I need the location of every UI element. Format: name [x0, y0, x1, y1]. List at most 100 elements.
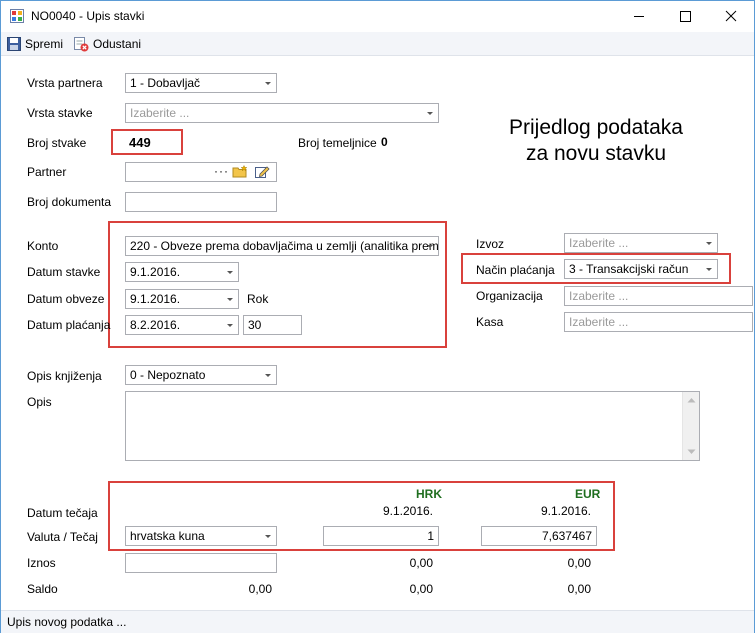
chevron-down-icon: [265, 374, 271, 377]
datum-placanja-label: Datum plaćanja: [27, 318, 111, 332]
minimize-button[interactable]: [616, 1, 662, 32]
saldo-value: 0,00: [248, 582, 272, 596]
annotation-line1: Prijedlog podataka: [509, 116, 683, 139]
chevron-down-icon: [227, 298, 233, 301]
vrsta-partnera-combo[interactable]: 1 - Dobavljač: [125, 73, 277, 93]
chevron-down-icon: [227, 324, 233, 327]
nacin-placanja-combo[interactable]: 3 - Transakcijski račun: [564, 259, 718, 279]
izvoz-label: Izvoz: [476, 237, 505, 251]
folder-star-icon[interactable]: [232, 165, 248, 179]
nacin-placanja-value: 3 - Transakcijski račun: [569, 262, 689, 276]
izvoz-placeholder: Izaberite ...: [569, 236, 629, 250]
datum-placanja-value: 8.2.2016.: [130, 318, 181, 332]
highlight-broj-stavke: [111, 129, 183, 155]
partner-browse-button[interactable]: ···: [214, 164, 229, 178]
opis-textarea[interactable]: [125, 391, 700, 461]
maximize-button[interactable]: [662, 1, 708, 32]
saldo-eur-value: 0,00: [567, 582, 591, 596]
valuta-combo[interactable]: hrvatska kuna: [125, 526, 277, 546]
konto-value: 220 - Obveze prema dobavljačima u zemlji…: [130, 239, 439, 253]
iznos-label: Iznos: [27, 556, 56, 570]
close-icon: [725, 10, 737, 22]
konto-label: Konto: [27, 239, 59, 253]
kasa-combo[interactable]: Izaberite ...: [564, 312, 753, 332]
app-icon: [10, 9, 24, 23]
rok-value: 30: [248, 318, 262, 332]
datum-obveze-value: 9.1.2016.: [130, 292, 181, 306]
datum-placanja-picker[interactable]: 8.2.2016.: [125, 315, 239, 335]
datum-obveze-label: Datum obveze: [27, 292, 105, 306]
annotation-line2: za novu stavku: [525, 142, 667, 165]
broj-dokumenta-input[interactable]: [125, 192, 277, 212]
saldo-label: Saldo: [27, 582, 58, 596]
partner-label: Partner: [27, 165, 67, 179]
broj-dokumenta-label: Broj dokumenta: [27, 195, 112, 209]
datum-obveze-picker[interactable]: 9.1.2016.: [125, 289, 239, 309]
vrsta-stavke-placeholder: Izaberite ...: [130, 106, 190, 120]
toolbar: Spremi Odustani: [1, 32, 754, 56]
window: NO0040 - Upis stavki Spremi Odustani Vrs…: [0, 0, 755, 633]
window-title: NO0040 - Upis stavki: [31, 9, 145, 23]
partner-field[interactable]: ···: [125, 162, 277, 182]
status-text: Upis novog podatka ...: [7, 615, 127, 629]
rok-label: Rok: [247, 292, 269, 306]
iznos-input[interactable]: [125, 553, 277, 573]
opis-knjizenja-label: Opis knjiženja: [27, 369, 102, 383]
organizacija-placeholder: Izaberite ...: [569, 289, 629, 303]
opis-scrollbar[interactable]: [682, 392, 699, 460]
eur-rate-input[interactable]: 7,637467: [481, 526, 597, 546]
opis-knjizenja-combo[interactable]: 0 - Nepoznato: [125, 365, 277, 385]
iznos-eur-value: 0,00: [567, 556, 591, 570]
vrsta-stavke-combo[interactable]: Izaberite ...: [125, 103, 439, 123]
hrk-date: 9.1.2016.: [382, 504, 433, 518]
valuta-tecaj-label: Valuta / Tečaj: [27, 530, 98, 544]
hrk-rate-value: 1: [427, 529, 434, 543]
chevron-down-icon: [265, 82, 271, 85]
vrsta-stavke-label: Vrsta stavke: [27, 106, 93, 120]
opis-knjizenja-value: 0 - Nepoznato: [130, 368, 206, 382]
chevron-down-icon: [706, 268, 712, 271]
scroll-down-icon[interactable]: [687, 449, 696, 455]
konto-combo[interactable]: 220 - Obveze prema dobavljačima u zemlji…: [125, 236, 439, 256]
datum-stavke-value: 9.1.2016.: [130, 265, 181, 279]
minimize-icon: [634, 16, 644, 17]
chevron-down-icon: [265, 535, 271, 538]
scroll-up-icon[interactable]: [687, 397, 696, 403]
saldo-hrk-value: 0,00: [409, 582, 433, 596]
broj-stavke-label: Broj stvake: [27, 136, 87, 150]
chevron-down-icon: [427, 245, 433, 248]
organizacija-combo[interactable]: Izaberite ...: [564, 286, 753, 306]
chevron-down-icon: [227, 271, 233, 274]
save-button[interactable]: Spremi: [7, 35, 63, 53]
vrsta-partnera-value: 1 - Dobavljač: [130, 76, 201, 90]
status-bar: Upis novog podatka ...: [1, 610, 754, 633]
eur-rate-value: 7,637467: [541, 529, 592, 543]
hrk-header: HRK: [416, 487, 442, 501]
cancel-label: Odustani: [93, 37, 142, 51]
broj-temeljnice-label: Broj temeljnice: [298, 136, 377, 150]
annotation-text: Prijedlog podataka za novu stavku: [481, 115, 711, 167]
vrsta-partnera-label: Vrsta partnera: [27, 76, 103, 90]
form-content: Vrsta partnera 1 - Dobavljač Vrsta stavk…: [1, 56, 754, 610]
save-label: Spremi: [25, 37, 64, 51]
rok-input[interactable]: 30: [243, 315, 302, 335]
close-button[interactable]: [708, 1, 754, 32]
izvoz-combo[interactable]: Izaberite ...: [564, 233, 718, 253]
edit-icon[interactable]: [254, 165, 270, 179]
valuta-value: hrvatska kuna: [130, 529, 205, 543]
opis-label: Opis: [27, 395, 52, 409]
datum-stavke-picker[interactable]: 9.1.2016.: [125, 262, 239, 282]
datum-tecaja-label: Datum tečaja: [27, 506, 98, 520]
kasa-label: Kasa: [476, 315, 504, 329]
hrk-rate-input[interactable]: 1: [323, 526, 439, 546]
eur-date: 9.1.2016.: [540, 504, 591, 518]
title-bar[interactable]: NO0040 - Upis stavki: [1, 1, 754, 32]
maximize-icon: [680, 11, 691, 22]
organizacija-label: Organizacija: [476, 289, 543, 303]
datum-stavke-label: Datum stavke: [27, 265, 101, 279]
chevron-down-icon: [706, 242, 712, 245]
nacin-placanja-label: Način plaćanja: [476, 263, 555, 277]
eur-header: EUR: [575, 487, 601, 501]
save-icon: [7, 37, 21, 51]
cancel-button[interactable]: Odustani: [73, 35, 141, 53]
